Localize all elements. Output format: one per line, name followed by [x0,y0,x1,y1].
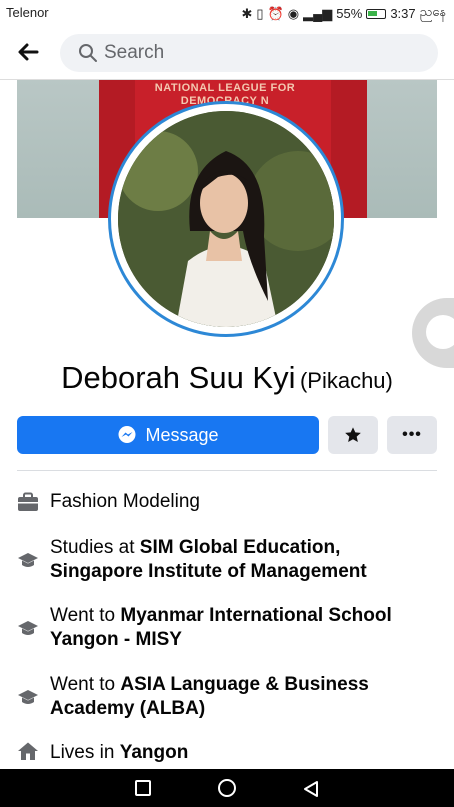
alarm-icon: ⏰ [267,5,284,21]
divider [17,470,437,471]
info-residence-prefix: Lives in [50,742,120,763]
info-residence-text: Lives in Yangon [50,741,430,765]
info-school-1-prefix: Went to [50,605,121,626]
profile-name: Deborah Suu Kyi [61,360,296,395]
clock-period: ညနေ [419,4,446,19]
status-bar: Telenor ✱ ▯ ⏰ ◉ ▂▄▆ 55% 3:37 ညနေ [0,0,454,26]
info-residence-city[interactable]: Yangon [120,742,189,763]
star-icon [345,427,361,443]
bluetooth-icon: ✱ [241,5,253,21]
search-input[interactable] [104,34,424,72]
profile-nickname: (Pikachu) [299,368,393,393]
recent-apps-icon[interactable] [135,780,151,796]
system-nav-bar [0,769,454,807]
more-options-button[interactable]: ••• [387,416,437,454]
top-bar [0,26,454,80]
floating-scroll-handle[interactable] [412,298,454,368]
info-school-1-text: Went to Myanmar International School Yan… [50,604,430,652]
info-school-2-prefix: Went to [50,674,121,695]
profile-picture-ring[interactable] [108,101,344,337]
info-school-2-text: Went to ASIA Language & Business Academy… [50,673,430,721]
search-box[interactable] [60,34,438,72]
messenger-icon [118,426,136,443]
info-work-label: Fashion Modeling [50,491,200,512]
info-work-text: Fashion Modeling [50,490,430,514]
info-study-prefix: Studies at [50,537,140,558]
carrier-name: Telenor [6,5,49,20]
briefcase-icon [18,492,38,511]
graduation-cap-icon [18,621,38,635]
battery-icon [366,8,387,19]
search-icon [79,44,97,62]
profile-picture[interactable] [118,111,334,327]
graduation-cap-icon [18,553,38,567]
nav-back-icon[interactable] [303,780,319,798]
eye-icon: ◉ [287,5,300,21]
vibrate-icon: ▯ [256,5,264,21]
back-arrow-icon [18,43,39,61]
profile-name-row: Deborah Suu Kyi (Pikachu) [0,360,454,396]
signal-icon: ▂▄▆ [303,5,333,21]
more-icon: ••• [402,426,422,443]
home-button-icon[interactable] [218,779,236,797]
message-button-label: Message [145,424,219,445]
info-study-text: Studies at SIM Global Education, Singapo… [50,536,430,584]
home-icon [18,742,38,760]
back-button[interactable] [16,40,44,66]
graduation-cap-icon [18,690,38,704]
clock: 3:37 [390,6,416,21]
message-button[interactable]: Message [17,416,319,454]
battery-percent: 55% [336,6,363,21]
profile-picture-image [118,111,334,327]
status-icons: ✱ ▯ ⏰ ◉ ▂▄▆ 55% 3:37 ညနေ [241,4,446,23]
favorite-button[interactable] [328,416,378,454]
